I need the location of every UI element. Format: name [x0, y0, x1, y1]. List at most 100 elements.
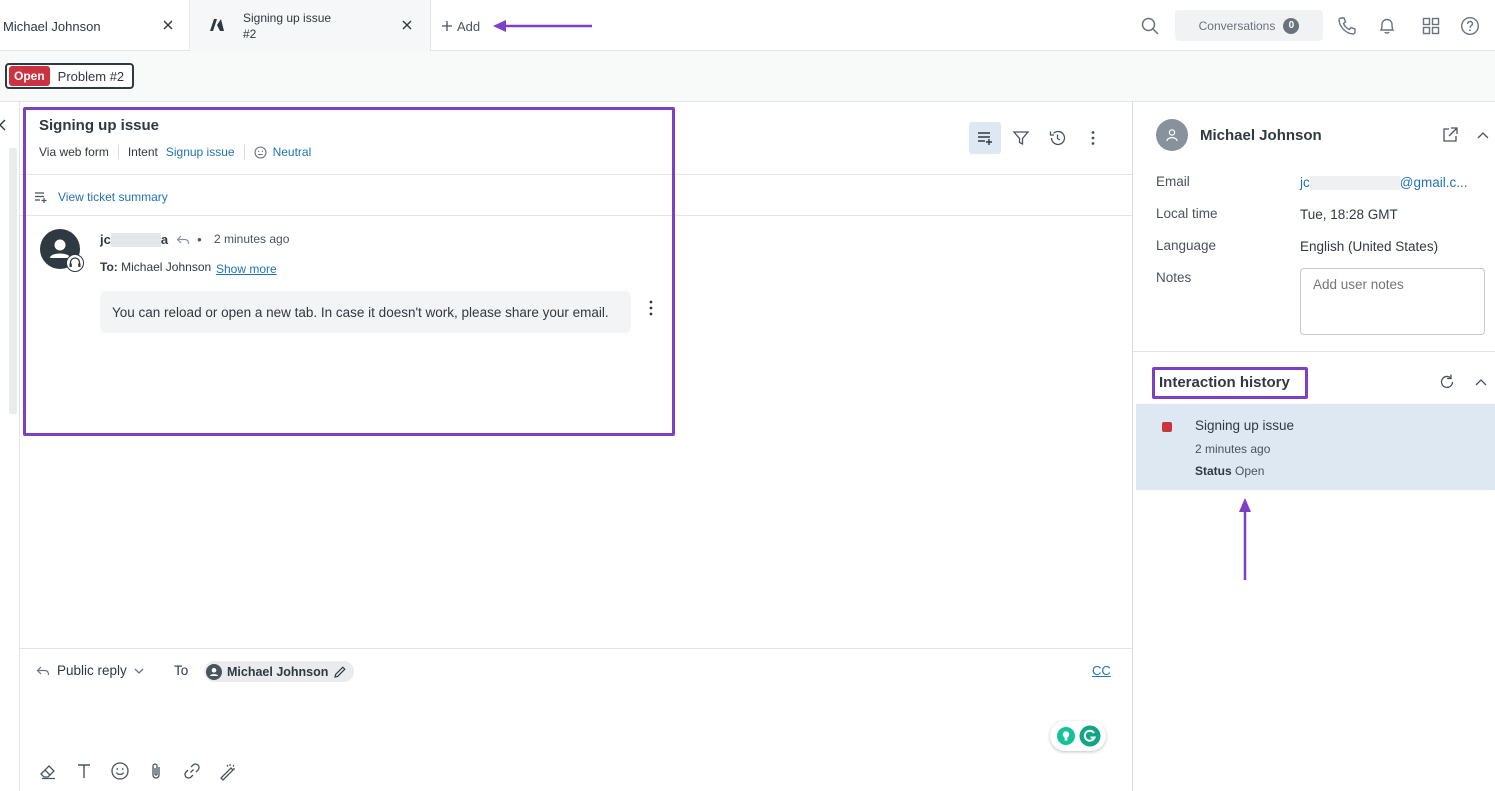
- intent-label: Intent: [127, 145, 158, 159]
- filter-icon[interactable]: [1005, 122, 1037, 154]
- channel-label: Via web form: [39, 145, 109, 159]
- reply-type-dropdown[interactable]: Public reply: [36, 663, 144, 678]
- close-icon[interactable]: [159, 16, 177, 34]
- reply-arrow-icon: [36, 665, 50, 677]
- phone-icon[interactable]: [1337, 16, 1357, 36]
- to-label: To: [174, 663, 189, 678]
- message-timestamp: 2 minutes ago: [214, 232, 290, 246]
- recipient-chip[interactable]: Michael Johnson: [204, 661, 355, 682]
- tab-label: Signing up issue: [243, 11, 332, 25]
- annotation-arrow-left: [493, 20, 592, 32]
- agent-headset-icon: [66, 254, 84, 272]
- cc-link[interactable]: CC: [1092, 663, 1111, 678]
- bell-icon[interactable]: [1377, 16, 1397, 36]
- message-recipient: To: Michael Johnson: [100, 260, 211, 274]
- chevron-up-icon[interactable]: [1471, 372, 1491, 392]
- add-tab-button[interactable]: Add: [442, 17, 480, 35]
- tab-signing-up-issue[interactable]: Signing up issue #2: [190, 0, 431, 51]
- intent-value-link[interactable]: Signup issue: [166, 145, 235, 159]
- user-avatar: [1156, 119, 1188, 151]
- local-time-label: Local time: [1156, 206, 1218, 221]
- tab-michael-johnson[interactable]: Michael Johnson: [0, 0, 190, 51]
- chevron-up-icon[interactable]: [1473, 125, 1493, 145]
- notes-label: Notes: [1156, 270, 1192, 285]
- top-bar: Michael Johnson Signing up issue #2 Add …: [0, 0, 1495, 51]
- conversations-label: Conversations: [1198, 18, 1276, 33]
- user-avatar-icon: [206, 663, 222, 680]
- message-more-options-icon[interactable]: [642, 298, 660, 318]
- to-label: To:: [100, 260, 118, 274]
- more-options-icon[interactable]: [1077, 122, 1109, 154]
- user-notes-input[interactable]: [1300, 268, 1485, 335]
- to-name: Michael Johnson: [121, 260, 212, 274]
- interaction-history-item[interactable]: Signing up issue 2 minutes ago Status Op…: [1136, 404, 1495, 490]
- eraser-icon[interactable]: [38, 761, 58, 781]
- divider: [20, 215, 1132, 216]
- history-item-title: Signing up issue: [1195, 418, 1295, 433]
- email-value[interactable]: jc @gmail.c...: [1300, 175, 1467, 190]
- history-item-time: 2 minutes ago: [1195, 442, 1271, 456]
- pencil-icon[interactable]: [333, 665, 347, 679]
- conversations-count-badge: 0: [1283, 17, 1300, 34]
- summary-link-label: View ticket summary: [58, 190, 168, 204]
- reply-composer: Public reply To Michael Johnson CC: [20, 648, 1132, 791]
- scrollbar[interactable]: [9, 148, 17, 414]
- email-prefix: jc: [1300, 175, 1310, 190]
- magic-wand-icon[interactable]: [218, 761, 238, 781]
- user-name: Michael Johnson: [1200, 127, 1322, 144]
- annotation-arrow-up: [1239, 498, 1251, 580]
- history-item-status: Status Open: [1195, 464, 1264, 478]
- reply-arrow-icon: [176, 234, 190, 246]
- emoji-icon[interactable]: [110, 761, 130, 781]
- close-icon[interactable]: [398, 16, 416, 34]
- summary-icon: [34, 190, 48, 204]
- language-label: Language: [1156, 238, 1217, 253]
- attachment-icon[interactable]: [146, 761, 166, 781]
- summary-toggle-icon[interactable]: [969, 122, 1001, 154]
- reply-type-label: Public reply: [57, 663, 127, 678]
- refresh-icon[interactable]: [1437, 372, 1457, 392]
- chevron-down-icon: [134, 667, 144, 675]
- divider: [20, 174, 1132, 175]
- ticket-pill[interactable]: Open Problem #2: [5, 63, 135, 89]
- add-tab-label: Add: [457, 18, 481, 34]
- redacted-text: [1309, 175, 1400, 190]
- email-label: Email: [1156, 174, 1190, 189]
- status-badge: Open: [9, 66, 50, 86]
- history-icon[interactable]: [1041, 122, 1073, 154]
- author-prefix: jc: [100, 232, 111, 247]
- show-more-link[interactable]: Show more: [216, 262, 277, 276]
- chevron-left-icon[interactable]: [0, 118, 7, 132]
- help-icon[interactable]: [1460, 16, 1480, 36]
- text-format-icon[interactable]: [74, 761, 94, 781]
- external-link-icon[interactable]: [1440, 125, 1460, 145]
- status-label: Status: [1195, 464, 1232, 478]
- view-ticket-summary-link[interactable]: View ticket summary: [34, 190, 168, 204]
- user-details-panel: Michael Johnson Email jc @gmail.c... Loc…: [1132, 102, 1495, 791]
- ticket-meta: Via web form Intent Signup issue Neutral: [39, 145, 311, 159]
- apps-grid-icon[interactable]: [1421, 16, 1441, 36]
- divider: [117, 145, 119, 159]
- link-icon[interactable]: [182, 761, 202, 781]
- plus-icon: [442, 21, 452, 31]
- local-time-value: Tue, 18:28 GMT: [1300, 207, 1398, 222]
- sentiment-link[interactable]: Neutral: [273, 145, 312, 159]
- status-indicator: [1162, 422, 1172, 432]
- recipient-name: Michael Johnson: [227, 664, 329, 679]
- ticket-pill-title: Problem #2: [57, 68, 125, 84]
- neutral-face-icon: [254, 145, 267, 159]
- email-suffix: @gmail.c...: [1399, 175, 1468, 190]
- left-gutter: [0, 102, 20, 791]
- author-suffix: a: [160, 232, 169, 247]
- search-icon[interactable]: [1140, 16, 1160, 36]
- interaction-history-title: Interaction history: [1159, 374, 1290, 391]
- tab-label: Michael Johnson: [3, 19, 101, 34]
- conversations-button[interactable]: Conversations 0: [1175, 10, 1323, 41]
- grammarly-widget[interactable]: [1050, 721, 1106, 751]
- message-author: jc a •: [100, 232, 202, 247]
- redacted-text: [110, 232, 161, 247]
- message-body: You can reload or open a new tab. In cas…: [100, 291, 631, 333]
- ticket-title: Signing up issue: [39, 117, 160, 134]
- ticket-header-bar: Open Problem #2: [0, 51, 1495, 102]
- divider: [243, 145, 245, 159]
